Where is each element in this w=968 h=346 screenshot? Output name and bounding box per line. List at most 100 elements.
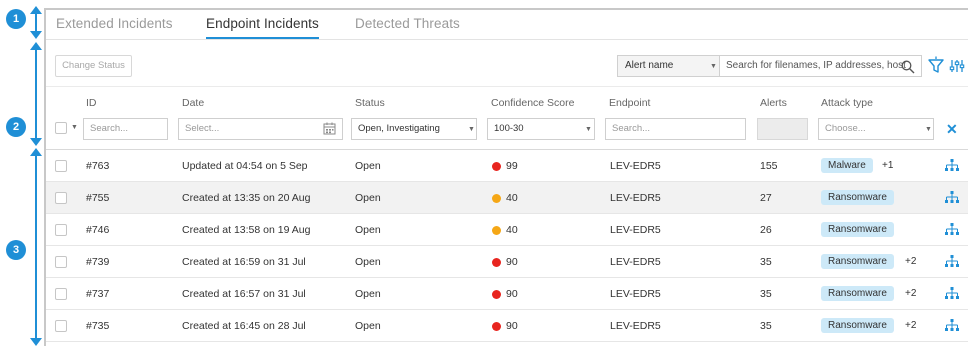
tab-extended-incidents[interactable]: Extended Incidents (56, 16, 173, 31)
table-row[interactable]: #755 Created at 13:35 on 20 Aug Open 40 LEV-… (46, 182, 968, 214)
column-settings-icon[interactable] (948, 56, 966, 76)
search-icon[interactable] (901, 60, 915, 74)
alert-name-select[interactable]: Alert name ▼ (617, 55, 720, 77)
clear-filters-icon[interactable]: ✕ (946, 121, 958, 138)
attack-type-more-count[interactable]: +2 (905, 288, 916, 299)
attack-type-filter-select[interactable]: Choose... ▼ (818, 118, 934, 140)
annotation-badge-1: 1 (6, 9, 26, 29)
annotation-badge-2: 2 (6, 117, 26, 137)
row-checkbox[interactable] (55, 224, 67, 236)
incident-id[interactable]: #737 (86, 288, 109, 300)
process-tree-icon[interactable] (944, 318, 960, 334)
incident-status: Open (355, 160, 381, 172)
column-header-alerts[interactable]: Alerts (760, 97, 787, 109)
process-tree-icon[interactable] (944, 286, 960, 302)
table-row[interactable]: #746 Created at 13:58 on 19 Aug Open 40 LEV-… (46, 214, 968, 246)
status-filter-select[interactable]: Open, Investigating ▼ (351, 118, 477, 140)
endpoint-filter-input[interactable]: Search... (605, 118, 746, 140)
date-filter-input[interactable]: Select... (178, 118, 343, 140)
column-header-confidence-score[interactable]: Confidence Score (491, 97, 574, 109)
attack-type-tag: Malware (821, 158, 873, 173)
caret-down-icon: ▼ (585, 126, 592, 133)
attack-type-tag: Ransomware (821, 190, 894, 205)
tab-detected-threats[interactable]: Detected Threats (355, 16, 460, 31)
alerts-count: 35 (760, 256, 772, 268)
caret-down-icon: ▼ (925, 126, 932, 133)
calendar-icon[interactable] (323, 122, 336, 135)
incident-id[interactable]: #746 (86, 224, 109, 236)
confidence-score: 40 (506, 224, 518, 236)
active-tab-indicator (206, 37, 319, 39)
row-checkbox[interactable] (55, 256, 67, 268)
endpoint-name[interactable]: LEV-EDR5 (610, 224, 661, 236)
table-row[interactable]: #739 Created at 16:59 on 31 Jul Open 90 LEV-… (46, 246, 968, 278)
incident-date: Created at 13:58 on 19 Aug (182, 224, 311, 236)
toolbar-divider (46, 86, 968, 87)
confidence-score: 99 (506, 160, 518, 172)
annotation-line-1 (35, 12, 37, 32)
endpoint-name[interactable]: LEV-EDR5 (610, 192, 661, 204)
table-row[interactable]: #763 Updated at 04:54 on 5 Sep Open 99 LEV-E… (46, 150, 968, 182)
filter-funnel-icon[interactable] (927, 56, 945, 76)
process-tree-icon[interactable] (944, 254, 960, 270)
process-tree-icon[interactable] (944, 190, 960, 206)
endpoint-name[interactable]: LEV-EDR5 (610, 160, 661, 172)
confidence-filter-select[interactable]: 100-30 ▼ (487, 118, 595, 140)
caret-down-icon[interactable]: ▼ (71, 124, 78, 131)
incident-id[interactable]: #763 (86, 160, 109, 172)
id-filter-input[interactable]: Search... (83, 118, 168, 140)
incident-status: Open (355, 224, 381, 236)
incidents-panel: Extended Incidents Endpoint Incidents De… (44, 8, 968, 346)
column-header-endpoint[interactable]: Endpoint (609, 97, 650, 109)
alerts-count: 155 (760, 160, 778, 172)
table-row[interactable]: #737 Created at 16:57 on 31 Jul Open 90 LEV-… (46, 278, 968, 310)
attack-type-tag: Ransomware (821, 254, 894, 269)
tab-endpoint-incidents[interactable]: Endpoint Incidents (206, 16, 319, 31)
change-status-button[interactable]: Change Status (55, 55, 132, 77)
attack-type-more-count[interactable]: +2 (905, 256, 916, 267)
attack-type-tag: Ransomware (821, 318, 894, 333)
endpoint-name[interactable]: LEV-EDR5 (610, 256, 661, 268)
attack-type-more-count[interactable]: +1 (882, 160, 893, 171)
endpoint-name[interactable]: LEV-EDR5 (610, 288, 661, 300)
incident-id[interactable]: #735 (86, 320, 109, 332)
score-indicator-dot (492, 322, 501, 331)
table-row[interactable]: #735 Created at 16:45 on 28 Jul Open 90 LEV-… (46, 310, 968, 342)
alerts-count: 35 (760, 288, 772, 300)
score-indicator-dot (492, 194, 501, 203)
attack-type-more-count[interactable]: +2 (905, 320, 916, 331)
incident-date: Created at 16:59 on 31 Jul (182, 256, 306, 268)
caret-down-icon: ▼ (710, 63, 717, 70)
score-indicator-dot (492, 258, 501, 267)
row-checkbox[interactable] (55, 288, 67, 300)
tab-bar: Extended Incidents Endpoint Incidents De… (46, 10, 968, 40)
alerts-filter-input[interactable] (757, 118, 808, 140)
column-header-id[interactable]: ID (86, 97, 97, 109)
arrow-down-icon (30, 338, 42, 346)
row-checkbox[interactable] (55, 192, 67, 204)
search-input[interactable]: Search for filenames, IP addresses, host (719, 55, 922, 77)
endpoint-name[interactable]: LEV-EDR5 (610, 320, 661, 332)
row-checkbox[interactable] (55, 320, 67, 332)
alerts-count: 35 (760, 320, 772, 332)
incident-id[interactable]: #739 (86, 256, 109, 268)
process-tree-icon[interactable] (944, 222, 960, 238)
annotation-badge-3: 3 (6, 240, 26, 260)
incident-date: Created at 16:57 on 31 Jul (182, 288, 306, 300)
column-header-attack-type[interactable]: Attack type (821, 97, 873, 109)
incident-date: Created at 13:35 on 20 Aug (182, 192, 311, 204)
incident-status: Open (355, 192, 381, 204)
endpoint-filter-placeholder: Search... (612, 123, 651, 134)
column-header-status[interactable]: Status (355, 97, 385, 109)
process-tree-icon[interactable] (944, 158, 960, 174)
row-checkbox[interactable] (55, 160, 67, 172)
select-all-checkbox[interactable] (55, 122, 67, 134)
attack-type-tag: Ransomware (821, 286, 894, 301)
status-filter-value: Open, Investigating (358, 123, 440, 134)
confidence-score: 90 (506, 288, 518, 300)
annotation-rail: 1 2 3 (0, 0, 46, 346)
incident-id[interactable]: #755 (86, 192, 109, 204)
date-filter-placeholder: Select... (185, 123, 220, 134)
incident-date: Updated at 04:54 on 5 Sep (182, 160, 308, 172)
column-header-date[interactable]: Date (182, 97, 204, 109)
